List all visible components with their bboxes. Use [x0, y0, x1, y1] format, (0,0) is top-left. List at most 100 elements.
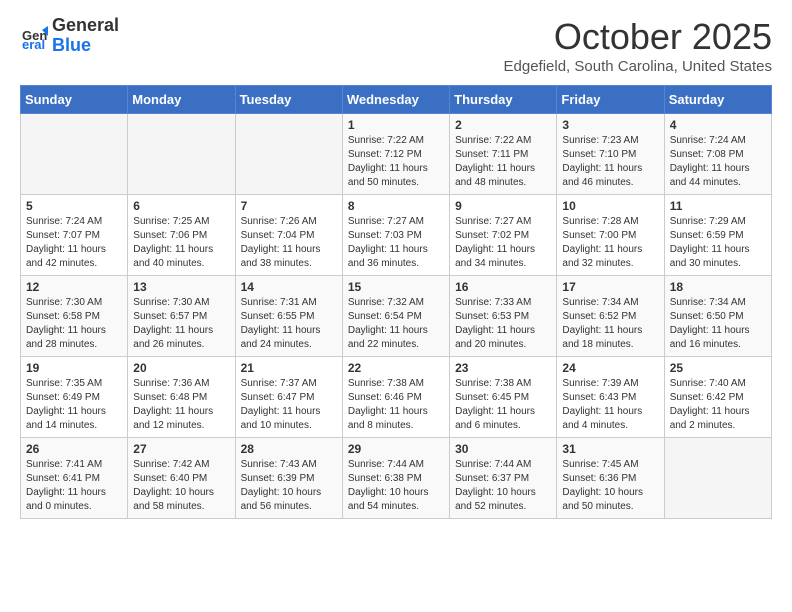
calendar-week-row: 1 Sunrise: 7:22 AM Sunset: 7:12 PM Daylig… — [21, 114, 772, 195]
day-info: Sunrise: 7:31 AM Sunset: 6:55 PM Dayligh… — [241, 296, 337, 352]
calendar-day-cell: 20 Sunrise: 7:36 AM Sunset: 6:48 PM Dayli… — [128, 357, 235, 438]
month-title: October 2025 — [504, 16, 773, 58]
day-number: 20 — [133, 361, 229, 375]
calendar-day-cell: 12 Sunrise: 7:30 AM Sunset: 6:58 PM Dayli… — [21, 276, 128, 357]
calendar-day-cell: 21 Sunrise: 7:37 AM Sunset: 6:47 PM Dayli… — [235, 357, 342, 438]
day-number: 27 — [133, 442, 229, 456]
calendar-day-cell — [664, 438, 771, 519]
day-number: 3 — [562, 118, 658, 132]
day-number: 12 — [26, 280, 122, 294]
day-number: 23 — [455, 361, 551, 375]
day-number: 24 — [562, 361, 658, 375]
page-header: Gen eral General Blue October 2025 Edgef… — [20, 16, 772, 75]
calendar-day-cell: 29Sunrise: 7:44 AM Sunset: 6:38 PM Dayli… — [342, 438, 449, 519]
day-info: Sunrise: 7:45 AM Sunset: 6:36 PM Dayligh… — [562, 458, 658, 514]
weekday-header: Saturday — [664, 86, 771, 114]
calendar-week-row: 19 Sunrise: 7:35 AM Sunset: 6:49 PM Dayli… — [21, 357, 772, 438]
calendar-day-cell: 7Sunrise: 7:26 AM Sunset: 7:04 PM Daylig… — [235, 195, 342, 276]
day-number: 16 — [455, 280, 551, 294]
day-info: Sunrise: 7:27 AM Sunset: 7:03 PM Dayligh… — [348, 215, 444, 271]
day-number: 31 — [562, 442, 658, 456]
weekday-header-row: SundayMondayTuesdayWednesdayThursdayFrid… — [21, 86, 772, 114]
day-info: Sunrise: 7:43 AM Sunset: 6:39 PM Dayligh… — [241, 458, 337, 514]
title-block: October 2025 Edgefield, South Carolina, … — [504, 16, 773, 75]
day-info: Sunrise: 7:24 AM Sunset: 7:07 PM Dayligh… — [26, 215, 122, 271]
day-info: Sunrise: 7:41 AM Sunset: 6:41 PM Dayligh… — [26, 458, 122, 514]
calendar-day-cell: 16 Sunrise: 7:33 AM Sunset: 6:53 PM Dayli… — [450, 276, 557, 357]
day-info: Sunrise: 7:37 AM Sunset: 6:47 PM Dayligh… — [241, 377, 337, 433]
calendar-day-cell — [235, 114, 342, 195]
day-info: Sunrise: 7:44 AM Sunset: 6:38 PM Dayligh… — [348, 458, 444, 514]
calendar-day-cell: 8Sunrise: 7:27 AM Sunset: 7:03 PM Daylig… — [342, 195, 449, 276]
calendar-day-cell: 23 Sunrise: 7:38 AM Sunset: 6:45 PM Dayli… — [450, 357, 557, 438]
logo-icon: Gen eral — [20, 22, 48, 50]
day-info: Sunrise: 7:24 AM Sunset: 7:08 PM Dayligh… — [670, 134, 766, 190]
day-number: 30 — [455, 442, 551, 456]
logo-blue: Blue — [52, 36, 119, 56]
day-number: 17 — [562, 280, 658, 294]
day-number: 4 — [670, 118, 766, 132]
day-info: Sunrise: 7:38 AM Sunset: 6:46 PM Dayligh… — [348, 377, 444, 433]
calendar-day-cell: 25Sunrise: 7:40 AM Sunset: 6:42 PM Dayli… — [664, 357, 771, 438]
day-info: Sunrise: 7:36 AM Sunset: 6:48 PM Dayligh… — [133, 377, 229, 433]
day-info: Sunrise: 7:34 AM Sunset: 6:52 PM Dayligh… — [562, 296, 658, 352]
day-info: Sunrise: 7:22 AM Sunset: 7:11 PM Dayligh… — [455, 134, 551, 190]
day-number: 2 — [455, 118, 551, 132]
location: Edgefield, South Carolina, United States — [504, 58, 773, 75]
day-number: 13 — [133, 280, 229, 294]
weekday-header: Thursday — [450, 86, 557, 114]
day-number: 22 — [348, 361, 444, 375]
weekday-header: Sunday — [21, 86, 128, 114]
calendar-day-cell: 9Sunrise: 7:27 AM Sunset: 7:02 PM Daylig… — [450, 195, 557, 276]
day-info: Sunrise: 7:39 AM Sunset: 6:43 PM Dayligh… — [562, 377, 658, 433]
svg-text:eral: eral — [22, 37, 45, 50]
day-number: 1 — [348, 118, 444, 132]
day-info: Sunrise: 7:32 AM Sunset: 6:54 PM Dayligh… — [348, 296, 444, 352]
logo-text: General Blue — [52, 16, 119, 56]
calendar-day-cell: 22 Sunrise: 7:38 AM Sunset: 6:46 PM Dayli… — [342, 357, 449, 438]
day-number: 19 — [26, 361, 122, 375]
day-number: 26 — [26, 442, 122, 456]
day-info: Sunrise: 7:30 AM Sunset: 6:58 PM Dayligh… — [26, 296, 122, 352]
weekday-header: Monday — [128, 86, 235, 114]
day-info: Sunrise: 7:25 AM Sunset: 7:06 PM Dayligh… — [133, 215, 229, 271]
day-number: 14 — [241, 280, 337, 294]
calendar-day-cell: 19 Sunrise: 7:35 AM Sunset: 6:49 PM Dayli… — [21, 357, 128, 438]
calendar-day-cell: 27Sunrise: 7:42 AM Sunset: 6:40 PM Dayli… — [128, 438, 235, 519]
calendar-day-cell: 5Sunrise: 7:24 AM Sunset: 7:07 PM Daylig… — [21, 195, 128, 276]
calendar-day-cell: 1 Sunrise: 7:22 AM Sunset: 7:12 PM Daylig… — [342, 114, 449, 195]
day-info: Sunrise: 7:29 AM Sunset: 6:59 PM Dayligh… — [670, 215, 766, 271]
calendar-day-cell: 10Sunrise: 7:28 AM Sunset: 7:00 PM Dayli… — [557, 195, 664, 276]
logo: Gen eral General Blue — [20, 16, 119, 56]
calendar-day-cell: 2 Sunrise: 7:22 AM Sunset: 7:11 PM Daylig… — [450, 114, 557, 195]
day-info: Sunrise: 7:27 AM Sunset: 7:02 PM Dayligh… — [455, 215, 551, 271]
calendar-week-row: 26 Sunrise: 7:41 AM Sunset: 6:41 PM Dayli… — [21, 438, 772, 519]
calendar-day-cell: 17 Sunrise: 7:34 AM Sunset: 6:52 PM Dayli… — [557, 276, 664, 357]
day-info: Sunrise: 7:40 AM Sunset: 6:42 PM Dayligh… — [670, 377, 766, 433]
calendar-week-row: 12 Sunrise: 7:30 AM Sunset: 6:58 PM Dayli… — [21, 276, 772, 357]
day-number: 18 — [670, 280, 766, 294]
calendar-day-cell: 30Sunrise: 7:44 AM Sunset: 6:37 PM Dayli… — [450, 438, 557, 519]
day-number: 28 — [241, 442, 337, 456]
day-number: 11 — [670, 199, 766, 213]
calendar-day-cell: 18Sunrise: 7:34 AM Sunset: 6:50 PM Dayli… — [664, 276, 771, 357]
day-number: 10 — [562, 199, 658, 213]
calendar-day-cell: 3 Sunrise: 7:23 AM Sunset: 7:10 PM Daylig… — [557, 114, 664, 195]
calendar-day-cell: 13 Sunrise: 7:30 AM Sunset: 6:57 PM Dayli… — [128, 276, 235, 357]
calendar-day-cell: 15 Sunrise: 7:32 AM Sunset: 6:54 PM Dayli… — [342, 276, 449, 357]
day-number: 15 — [348, 280, 444, 294]
calendar-day-cell: 14 Sunrise: 7:31 AM Sunset: 6:55 PM Dayli… — [235, 276, 342, 357]
weekday-header: Wednesday — [342, 86, 449, 114]
logo-general: General — [52, 16, 119, 36]
day-info: Sunrise: 7:23 AM Sunset: 7:10 PM Dayligh… — [562, 134, 658, 190]
day-info: Sunrise: 7:22 AM Sunset: 7:12 PM Dayligh… — [348, 134, 444, 190]
day-info: Sunrise: 7:30 AM Sunset: 6:57 PM Dayligh… — [133, 296, 229, 352]
day-info: Sunrise: 7:33 AM Sunset: 6:53 PM Dayligh… — [455, 296, 551, 352]
calendar-day-cell — [21, 114, 128, 195]
day-info: Sunrise: 7:35 AM Sunset: 6:49 PM Dayligh… — [26, 377, 122, 433]
calendar-week-row: 5Sunrise: 7:24 AM Sunset: 7:07 PM Daylig… — [21, 195, 772, 276]
day-info: Sunrise: 7:26 AM Sunset: 7:04 PM Dayligh… — [241, 215, 337, 271]
calendar-day-cell: 26 Sunrise: 7:41 AM Sunset: 6:41 PM Dayli… — [21, 438, 128, 519]
day-info: Sunrise: 7:38 AM Sunset: 6:45 PM Dayligh… — [455, 377, 551, 433]
day-number: 21 — [241, 361, 337, 375]
